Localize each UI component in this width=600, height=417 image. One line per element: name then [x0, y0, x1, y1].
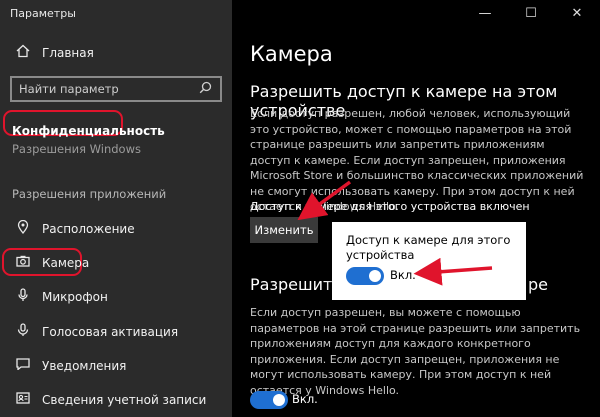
sidebar-item-notifications[interactable]: Уведомления — [0, 351, 232, 381]
change-button[interactable]: Изменить — [250, 217, 318, 243]
minimize-button[interactable]: — — [462, 0, 508, 26]
sidebar-item-label: Сведения учетной записи — [42, 393, 207, 407]
voice-activation-icon — [12, 323, 34, 341]
account-info-icon — [12, 392, 34, 408]
popup-title: Доступ к камере для этого устройства — [346, 233, 511, 262]
page-title: Камера — [250, 42, 333, 66]
toggle-knob — [273, 394, 285, 406]
location-icon — [12, 219, 34, 238]
popup-toggle[interactable] — [346, 267, 384, 285]
sidebar-item-label: Расположение — [42, 222, 135, 236]
notifications-icon — [12, 358, 34, 374]
maximize-button[interactable]: ☐ — [508, 0, 554, 26]
sidebar-item-label: Уведомления — [42, 359, 127, 373]
sidebar-windows-permissions[interactable]: Разрешения Windows — [12, 142, 141, 156]
sidebar: Главная Найти параметр Конфиденциальност… — [0, 26, 232, 417]
close-button[interactable]: ✕ — [554, 0, 600, 26]
app-access-description: Если доступ разрешен, вы можете с помощь… — [250, 306, 581, 397]
sidebar-item-label: Микрофон — [42, 290, 108, 304]
app-access-toggle-label: Вкл. — [292, 392, 318, 406]
search-icon[interactable] — [199, 81, 212, 98]
sidebar-item-voice-activation[interactable]: Голосовая активация — [0, 317, 232, 347]
camera-icon — [12, 255, 34, 271]
home-icon — [12, 44, 34, 62]
sidebar-item-home[interactable]: Главная — [0, 38, 232, 68]
window-title: Параметры — [0, 0, 232, 26]
camera-access-popup: Доступ к камере для этого устройства Вкл… — [332, 222, 526, 300]
toggle-knob — [369, 270, 381, 282]
title-bar: Параметры — ☐ ✕ — [0, 0, 600, 26]
sidebar-item-account-info[interactable]: Сведения учетной записи — [0, 385, 232, 415]
search-input[interactable]: Найти параметр — [10, 76, 222, 102]
sidebar-item-microphone[interactable]: Микрофон — [0, 282, 232, 312]
popup-toggle-label: Вкл. — [390, 268, 416, 282]
section-heading-app-access-right: ре — [528, 275, 548, 294]
microphone-icon — [12, 288, 34, 306]
sidebar-item-label: Главная — [42, 46, 94, 60]
section-header-app-permissions: Разрешения приложений — [12, 187, 167, 201]
sidebar-item-location[interactable]: Расположение — [0, 214, 232, 244]
sidebar-item-label: Голосовая активация — [42, 325, 179, 339]
sidebar-privacy-label[interactable]: Конфиденциальность — [12, 124, 165, 138]
device-access-status: Доступ к камере для этого устройства вкл… — [250, 200, 530, 213]
app-access-toggle[interactable] — [250, 391, 288, 409]
sidebar-item-camera[interactable]: Камера — [0, 248, 232, 278]
device-access-description: Если доступ разрешен, любой человек, исп… — [250, 107, 584, 213]
search-placeholder: Найти параметр — [19, 82, 119, 96]
window-controls: — ☐ ✕ — [232, 0, 600, 26]
sidebar-item-label: Камера — [42, 256, 90, 270]
